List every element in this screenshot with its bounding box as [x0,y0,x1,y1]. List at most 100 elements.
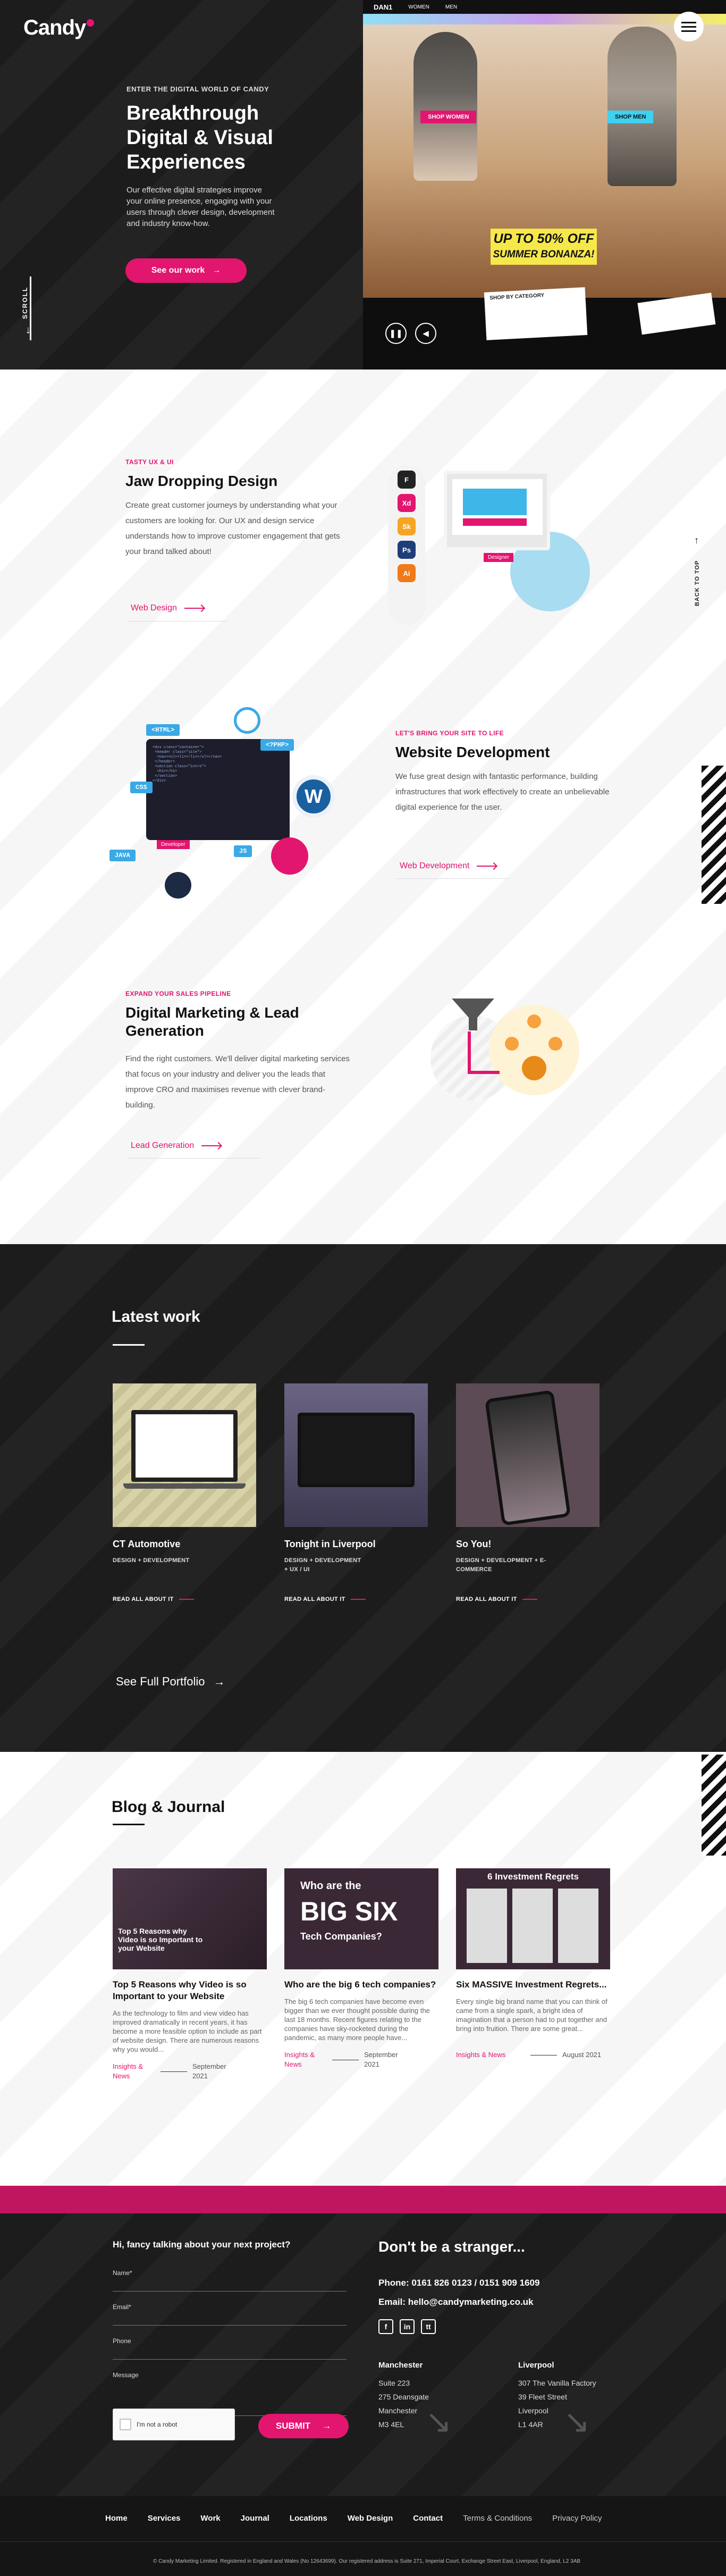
contact-form: Name* Email* Phone Message [113,2269,347,2416]
footer-link-contact[interactable]: Contact [413,2514,443,2523]
php-tag: <?PHP> [260,739,294,751]
message-label: Message [113,2371,139,2379]
link-label: READ ALL ABOUT IT [456,1596,517,1602]
volume-icon[interactable]: ◀ [415,323,436,344]
pause-icon[interactable]: ❚❚ [385,323,407,344]
footer-link-privacy[interactable]: Privacy Policy [552,2514,602,2523]
blog-excerpt: The big 6 tech companies have become eve… [284,1998,430,2042]
office-line: 39 Fleet Street [518,2393,567,2401]
submit-button[interactable]: SUBMIT → [258,2414,349,2438]
blog-thumbnail[interactable]: Top 5 Reasons why Video is so Important … [113,1868,267,1969]
phone-label: Phone: [378,2278,409,2288]
see-full-portfolio-link[interactable]: See Full Portfolio → [116,1675,225,1689]
footer-link-services[interactable]: Services [148,2514,181,2523]
arrow-down-right-icon: ↘ [425,2404,452,2439]
web-design-link[interactable]: Web Design [131,603,204,613]
footer-link-terms[interactable]: Terms & Conditions [463,2514,532,2523]
tiktok-icon[interactable]: tt [421,2319,436,2334]
blog-card[interactable]: Top 5 Reasons why Video is so Important … [113,1868,267,2081]
footer-link-journal[interactable]: Journal [241,2514,269,2523]
footer-link-work[interactable]: Work [200,2514,220,2523]
blog-thumbnail[interactable]: Who are the BIG SIX Tech Companies? [284,1868,438,1969]
blog-post-title[interactable]: Six MASSIVE Investment Regrets... [456,1979,610,1991]
see-our-work-button[interactable]: See our work → [125,258,247,283]
contact-email[interactable]: Email: hello@candymarketing.co.uk [378,2297,534,2308]
model-image-women [413,32,477,181]
blog-post-title[interactable]: Top 5 Reasons why Video is so Important … [113,1979,267,2002]
linkedin-icon[interactable]: in [400,2319,415,2334]
arrow-up-icon[interactable]: ↑ [694,535,699,546]
service-description: We fuse great design with fantastic perf… [395,772,610,812]
shop-men-button[interactable]: SHOP MEN [607,111,654,123]
lead-generation-link[interactable]: Lead Generation [131,1141,221,1151]
read-all-about-it-link[interactable]: READ ALL ABOUT IT [456,1596,600,1602]
sketch-icon: Sk [398,517,416,535]
phone-mockup [484,1390,571,1526]
contact-phone[interactable]: Phone: 0161 826 0123 / 0151 909 1609 [378,2278,539,2288]
web-development-link[interactable]: Web Development [400,861,496,871]
blog-excerpt: As the technology to film and view video… [113,2009,262,2053]
showcase-card [637,292,716,335]
hero-kicker: ENTER THE DIGITAL WORLD OF CANDY [126,85,269,93]
work-thumbnail[interactable] [284,1383,428,1527]
read-all-about-it-link[interactable]: READ ALL ABOUT IT [284,1596,428,1602]
service-title: Jaw Dropping Design [125,473,278,489]
work-card[interactable]: Tonight in Liverpool DESIGN + DEVELOPMEN… [284,1383,428,1602]
side-stripe-decoration [702,1755,726,1856]
blog-category[interactable]: Insights & News [284,2050,327,2069]
phone-label: Phone [113,2337,131,2345]
menu-button[interactable] [674,12,704,41]
css-tag: CSS [130,782,153,793]
blog-post-title[interactable]: Who are the big 6 tech companies? [284,1979,438,1991]
design-tools-bar: F Xd Sk Ps Ai [388,465,425,625]
arrow-down-right-icon: ↘ [563,2404,590,2439]
recaptcha-checkbox[interactable] [120,2419,131,2430]
arrow-right-icon [477,866,496,867]
back-to-top-link[interactable]: BACK TO TOP [694,560,700,606]
email-label: Email* [113,2303,131,2311]
blog-card[interactable]: 6 Investment Regrets Six MASSIVE Investm… [456,1868,610,2060]
read-all-about-it-link[interactable]: READ ALL ABOUT IT [113,1596,256,1602]
arrow-down-icon[interactable]: ↓ [26,324,31,337]
footer-link-home[interactable]: Home [105,2514,128,2523]
arrow-right-icon [184,608,204,609]
link-label: Web Development [400,861,470,870]
link-label: READ ALL ABOUT IT [113,1596,174,1602]
showcase-promo-strip [363,14,726,24]
work-card[interactable]: CT Automotive DESIGN + DEVELOPMENT READ … [113,1383,256,1602]
thumbnail-text: Top 5 Reasons why Video is so Important … [118,1927,203,1952]
hamburger-icon [681,21,696,23]
facebook-icon[interactable]: f [378,2319,393,2334]
work-thumbnail[interactable] [456,1383,600,1527]
blog-category[interactable]: Insights & News [113,2062,155,2081]
candy-logo[interactable]: Candy [23,16,95,40]
email-field[interactable] [113,2311,347,2326]
search-icon [234,707,260,734]
service-kicker: LET'S BRING YOUR SITE TO LIFE [395,729,504,737]
submit-label: SUBMIT [275,2421,311,2431]
shop-women-button[interactable]: SHOP WOMEN [420,111,477,123]
work-card[interactable]: So You! DESIGN + DEVELOPMENT + E-COMMERC… [456,1383,600,1602]
footer-link-locations[interactable]: Locations [290,2514,327,2523]
recaptcha-widget[interactable]: I'm not a robot [113,2409,235,2440]
name-field[interactable] [113,2277,347,2292]
hero-section: Candy ENTER THE DIGITAL WORLD OF CANDY B… [0,0,726,370]
work-thumbnail[interactable] [113,1383,256,1527]
promo-banner: UP TO 50% OFF SUMMER BONANZA! [491,229,597,265]
wordpress-icon: W [292,775,335,818]
blog-category[interactable]: Insights & News [456,2050,525,2060]
blog-card[interactable]: Who are the BIG SIX Tech Companies? Who … [284,1868,438,2069]
social-links: f in tt [378,2319,436,2334]
work-name: Tonight in Liverpool [284,1539,376,1549]
phone-field[interactable] [113,2345,347,2360]
laptop-mockup [131,1410,238,1482]
footer-nav: Home Services Work Journal Locations Web… [105,2514,622,2523]
service-description: Find the right customers. We'll deliver … [125,1054,350,1110]
scroll-label: SCROLL [21,286,29,319]
blog-thumbnail[interactable]: 6 Investment Regrets [456,1868,610,1969]
blog-date: August 2021 [562,2051,602,2059]
blog-meta: Insights & News September 2021 [113,2062,267,2081]
footer-link-web-design[interactable]: Web Design [348,2514,393,2523]
link-label: Lead Generation [131,1141,195,1150]
thumbnail-text: 6 Investment Regrets [487,1872,579,1882]
